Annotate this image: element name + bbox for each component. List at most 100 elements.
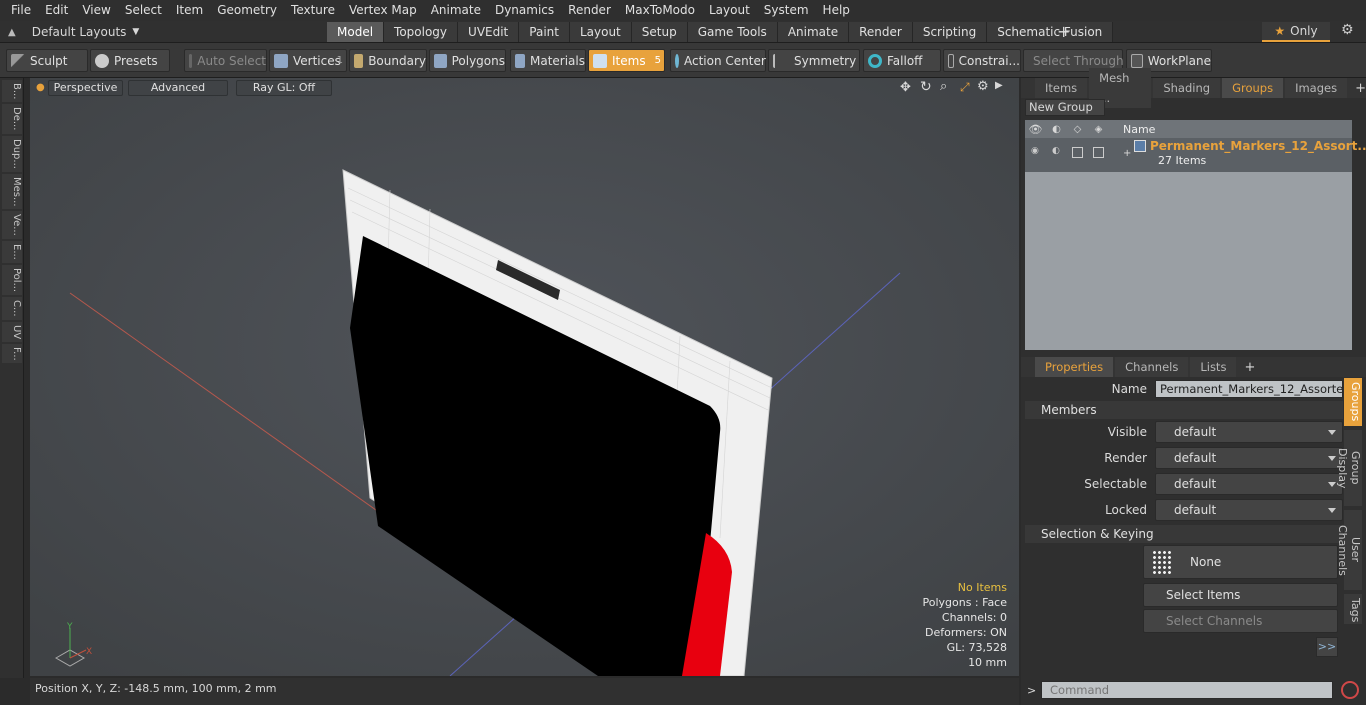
add-panel-tab-icon[interactable]: + bbox=[1355, 81, 1366, 96]
menu-item-render[interactable]: Render bbox=[561, 0, 618, 21]
panel-tab-groups[interactable]: Groups bbox=[1222, 78, 1284, 98]
name-field[interactable] bbox=[1155, 380, 1343, 398]
members-section[interactable]: Members bbox=[1025, 401, 1343, 419]
tab-setup[interactable]: Setup bbox=[631, 22, 688, 42]
tab-paint[interactable]: Paint bbox=[519, 22, 570, 42]
selectable-dropdown[interactable]: default bbox=[1155, 473, 1343, 495]
view-mode-button[interactable]: Perspective bbox=[48, 80, 123, 96]
more-button[interactable]: >> bbox=[1316, 637, 1338, 657]
render-dropdown[interactable]: default bbox=[1155, 447, 1343, 469]
left-tab-6[interactable]: Pol... bbox=[2, 264, 22, 295]
property-tab-lists[interactable]: Lists bbox=[1190, 357, 1237, 377]
rotate-view-icon[interactable]: ↻ bbox=[920, 79, 932, 95]
menu-item-view[interactable]: View bbox=[75, 0, 117, 21]
left-tab-8[interactable]: UV bbox=[2, 321, 22, 342]
polygons-button[interactable]: Polygons bbox=[429, 49, 506, 72]
menu-item-maxtomodo[interactable]: MaxToModo bbox=[618, 0, 702, 21]
selection-keying-section[interactable]: Selection & Keying bbox=[1025, 525, 1343, 543]
side-tab-group-display[interactable]: Group Display bbox=[1336, 430, 1362, 506]
menu-item-animate[interactable]: Animate bbox=[424, 0, 488, 21]
boundary-button[interactable]: Boundary bbox=[349, 49, 427, 72]
maximize-view-icon[interactable]: ⤢ bbox=[960, 80, 970, 95]
none-button[interactable]: None bbox=[1143, 545, 1338, 579]
left-tab-7[interactable]: C... bbox=[2, 296, 22, 320]
left-tab-0[interactable]: B... bbox=[2, 80, 22, 103]
none-label: None bbox=[1190, 555, 1222, 569]
shading-button[interactable]: Advanced bbox=[128, 80, 228, 96]
visibility-eye-icon[interactable]: ◉ bbox=[1031, 146, 1039, 156]
menu-item-edit[interactable]: Edit bbox=[38, 0, 75, 21]
menu-item-system[interactable]: System bbox=[757, 0, 816, 21]
panel-tab-items[interactable]: Items bbox=[1035, 78, 1088, 98]
sculpt-button[interactable]: Sculpt bbox=[6, 49, 88, 72]
tab-uvedit[interactable]: UVEdit bbox=[458, 22, 520, 42]
menu-item-select[interactable]: Select bbox=[118, 0, 169, 21]
tab-scripting[interactable]: Scripting bbox=[912, 22, 988, 42]
view-menu-arrow-icon[interactable]: ▶ bbox=[995, 80, 1003, 91]
tab-model[interactable]: Model bbox=[327, 22, 385, 42]
tab-animate[interactable]: Animate bbox=[777, 22, 850, 42]
gear-icon[interactable]: ⚙ bbox=[1341, 22, 1354, 38]
menu-item-geometry[interactable]: Geometry bbox=[210, 0, 284, 21]
tab-game-tools[interactable]: Game Tools bbox=[687, 22, 778, 42]
menu-item-vertex-map[interactable]: Vertex Map bbox=[342, 0, 424, 21]
action-center-button[interactable]: Action Center bbox=[670, 49, 766, 72]
side-tab-user-channels[interactable]: User Channels bbox=[1336, 510, 1362, 590]
view-settings-icon[interactable]: ⚙ bbox=[977, 79, 989, 94]
symmetry-button[interactable]: Symmetry bbox=[768, 49, 860, 72]
crosshair-icon bbox=[675, 53, 679, 68]
property-tab-channels[interactable]: Channels bbox=[1115, 357, 1189, 377]
only-toggle[interactable]: ★ Only bbox=[1262, 22, 1330, 42]
menu-item-file[interactable]: File bbox=[4, 0, 38, 21]
menu-item-layout[interactable]: Layout bbox=[702, 0, 757, 21]
panel-tab-images[interactable]: Images bbox=[1285, 78, 1348, 98]
left-tab-4[interactable]: Ve... bbox=[2, 211, 22, 240]
materials-button[interactable]: Materials bbox=[510, 49, 586, 72]
presets-button[interactable]: Presets bbox=[90, 49, 170, 72]
visible-dropdown[interactable]: default bbox=[1155, 421, 1343, 443]
tab-layout[interactable]: Layout bbox=[569, 22, 632, 42]
select-items-button[interactable]: Select Items bbox=[1143, 583, 1338, 607]
3d-viewport[interactable]: Y X ● Perspective Advanced Ray GL: Off ✥… bbox=[30, 78, 1019, 676]
menu-item-help[interactable]: Help bbox=[816, 0, 857, 21]
menu-item-dynamics[interactable]: Dynamics bbox=[488, 0, 561, 21]
tab-schematic-fusion[interactable]: Schematic Fusion bbox=[987, 22, 1114, 42]
command-input[interactable] bbox=[1041, 681, 1333, 699]
menu-item-item[interactable]: Item bbox=[169, 0, 210, 21]
add-property-tab-icon[interactable]: + bbox=[1244, 360, 1255, 375]
move-view-icon[interactable]: ✥ bbox=[900, 80, 911, 95]
select-icon: ◈ bbox=[1094, 123, 1103, 135]
vertices-button[interactable]: Vertices 1 bbox=[269, 49, 347, 72]
tab-topology[interactable]: Topology bbox=[384, 22, 459, 42]
vertices-label: Vertices bbox=[293, 53, 341, 68]
property-tab-properties[interactable]: Properties bbox=[1035, 357, 1114, 377]
select-channels-button[interactable]: Select Channels bbox=[1143, 609, 1338, 633]
new-group-button[interactable]: New Group bbox=[1025, 99, 1105, 116]
tab-render[interactable]: Render bbox=[849, 22, 913, 42]
auto-select-button[interactable]: Auto Select bbox=[184, 49, 267, 72]
layouts-dropdown[interactable]: ▲ Default Layouts ▼ bbox=[8, 21, 139, 43]
constraints-button[interactable]: Constrai... bbox=[943, 49, 1021, 72]
menu-item-texture[interactable]: Texture bbox=[284, 0, 342, 21]
panel-tab-shading[interactable]: Shading bbox=[1153, 78, 1221, 98]
items-button[interactable]: Items 5 bbox=[588, 49, 665, 72]
add-tab-icon[interactable]: + bbox=[1057, 21, 1070, 43]
side-tab-groups[interactable]: Groups bbox=[1344, 378, 1362, 426]
falloff-button[interactable]: Falloff bbox=[863, 49, 941, 72]
left-tab-9[interactable]: F... bbox=[2, 343, 22, 364]
lock-toggle-icon[interactable] bbox=[1072, 147, 1083, 158]
left-tab-5[interactable]: E... bbox=[2, 241, 22, 263]
command-arrow-icon: > bbox=[1027, 684, 1037, 697]
record-icon[interactable] bbox=[1341, 681, 1359, 699]
left-tab-2[interactable]: Dup... bbox=[2, 135, 22, 172]
select-toggle-icon[interactable] bbox=[1093, 147, 1104, 158]
render-toggle-icon[interactable]: ◐ bbox=[1052, 146, 1060, 156]
left-tab-1[interactable]: De... bbox=[2, 104, 22, 134]
locked-dropdown[interactable]: default bbox=[1155, 499, 1343, 521]
group-row[interactable]: ◉ ◐ + Permanent_Markers_12_Assort... 27 … bbox=[1025, 138, 1366, 172]
left-tab-3[interactable]: Mes... bbox=[2, 173, 22, 210]
zoom-view-icon[interactable]: ⌕ bbox=[940, 79, 947, 94]
side-tab-tags[interactable]: Tags bbox=[1344, 594, 1362, 624]
expand-icon[interactable]: + bbox=[1123, 148, 1131, 159]
raygl-button[interactable]: Ray GL: Off bbox=[236, 80, 332, 96]
